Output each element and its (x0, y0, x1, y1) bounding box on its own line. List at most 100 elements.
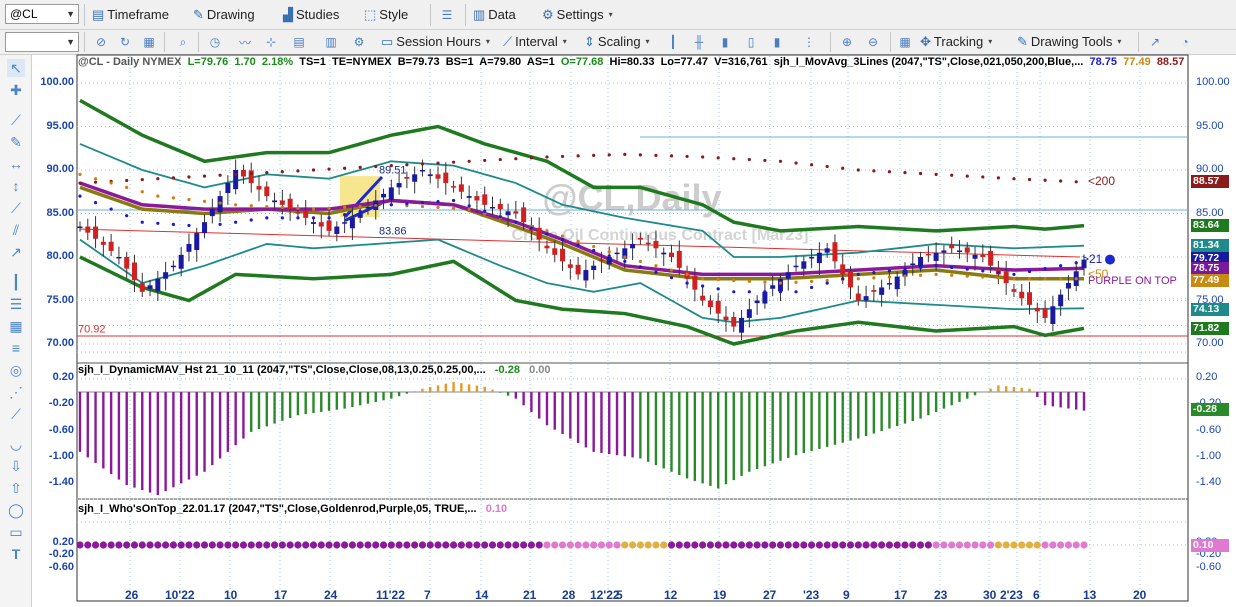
x-axis-label: 10'22 (165, 588, 195, 602)
price-axis-label: 70.00 (1196, 337, 1224, 349)
histogram-bar (429, 387, 432, 392)
ma50-dot (420, 204, 425, 209)
status-ts: TS=1 (299, 56, 326, 68)
histogram-bar (327, 392, 331, 411)
whos-on-top-dot (247, 541, 255, 549)
histogram-bar (934, 392, 938, 412)
panel2-axis-label: -1.00 (48, 450, 74, 462)
candle-body (801, 261, 807, 269)
whos-on-top-dot (862, 541, 870, 549)
ma21-dot (685, 281, 689, 285)
candle-body (591, 265, 597, 271)
histogram-bar (950, 392, 953, 406)
ma50-dot (918, 273, 923, 277)
whos-on-top-dot (1080, 541, 1088, 549)
candle-body (1019, 291, 1025, 299)
candle-body (964, 247, 970, 253)
histogram-bar (156, 392, 160, 496)
histogram-bar (849, 392, 852, 441)
histogram-bar (179, 392, 183, 484)
candle-body (521, 207, 527, 223)
ma21-dot (140, 220, 144, 224)
whos-on-top-dot (854, 541, 862, 549)
whos-on-top-dot (916, 541, 925, 549)
ma200-dot (125, 178, 129, 183)
candle-body (762, 291, 768, 304)
histogram-bar (164, 392, 167, 492)
ma21-dot (529, 226, 534, 230)
whos-on-top-dot (426, 541, 434, 549)
histogram-bar (685, 392, 689, 479)
histogram-bar (576, 392, 580, 443)
ma21-dot (856, 272, 860, 276)
whos-on-top-dot (270, 541, 279, 549)
ma21-dot (918, 265, 923, 270)
histogram-bar (973, 392, 977, 396)
histogram-bar (600, 392, 603, 453)
chart-area[interactable]: @CL,Daily Crude Oil Continuous Contract … (0, 0, 1236, 607)
whos-on-top-dot (551, 541, 559, 549)
ma50-dot (732, 278, 736, 283)
price-axis-label-left: 90.00 (46, 163, 74, 175)
candle-body (264, 186, 270, 197)
ma21-dot (592, 248, 596, 253)
ma50-dot (265, 204, 269, 209)
whos-on-top-dot (442, 541, 450, 549)
ma50-dot (296, 206, 300, 210)
candle-body (863, 296, 869, 301)
histogram-bar (662, 392, 665, 469)
candle-body (170, 265, 176, 268)
whos-on-top-dot (1057, 541, 1065, 549)
ma200-dot (529, 156, 534, 160)
panel2-axis-label: -1.40 (1196, 476, 1222, 488)
ma21-dot (187, 223, 191, 228)
whos-on-top-dot (955, 541, 964, 549)
candle-body (85, 226, 91, 233)
whos-on-top-dot (722, 541, 730, 549)
whos-on-top-dot (278, 541, 286, 549)
ma200-dot (514, 157, 518, 161)
ma50-dot (1012, 277, 1016, 281)
histogram-bar (841, 392, 844, 443)
candle-body (225, 183, 231, 194)
ma50-dot (234, 203, 238, 207)
histogram-bar (281, 392, 284, 421)
candle-body (513, 211, 519, 214)
whos-on-top-dot (870, 541, 878, 549)
ma21-dot (125, 214, 129, 218)
ma21-dot (78, 194, 82, 198)
ma21-dot (202, 224, 207, 229)
whos-on-top-dot (449, 541, 458, 549)
whos-on-top-dot (831, 541, 839, 549)
candle-body (700, 295, 706, 301)
whos-on-top-dot (341, 541, 349, 549)
low-label: 83.86 (379, 225, 407, 237)
histogram-bar (320, 392, 323, 412)
histogram-bar (1067, 392, 1070, 409)
candle-body (715, 300, 721, 314)
candle-body (614, 252, 620, 255)
status-low: Lo=77.47 (660, 56, 708, 68)
ma50-dot (93, 177, 98, 181)
candle-body (497, 203, 503, 210)
whos-on-top-dot (91, 541, 100, 549)
histogram-bar (1028, 388, 1031, 392)
ma50-dot (981, 275, 985, 279)
ma21-dot (311, 216, 316, 220)
x-axis-label: 24 (324, 588, 338, 602)
whos-on-top-dot (418, 541, 427, 549)
whos-on-top-dot (200, 541, 209, 549)
histogram-bar (296, 392, 300, 416)
ma200-dot (1043, 178, 1047, 182)
ma21-dot (156, 221, 160, 225)
ma21-dot (654, 270, 658, 274)
whos-on-top-dot (737, 541, 746, 549)
candle-body (910, 263, 916, 266)
ma50-dot (171, 196, 175, 200)
ma50-dot (950, 273, 954, 277)
whos-on-top-dot (784, 541, 792, 549)
ma21-dot (109, 207, 113, 211)
whos-on-top-dot (558, 541, 567, 549)
candle-body (653, 240, 659, 249)
candle-body (560, 248, 566, 262)
